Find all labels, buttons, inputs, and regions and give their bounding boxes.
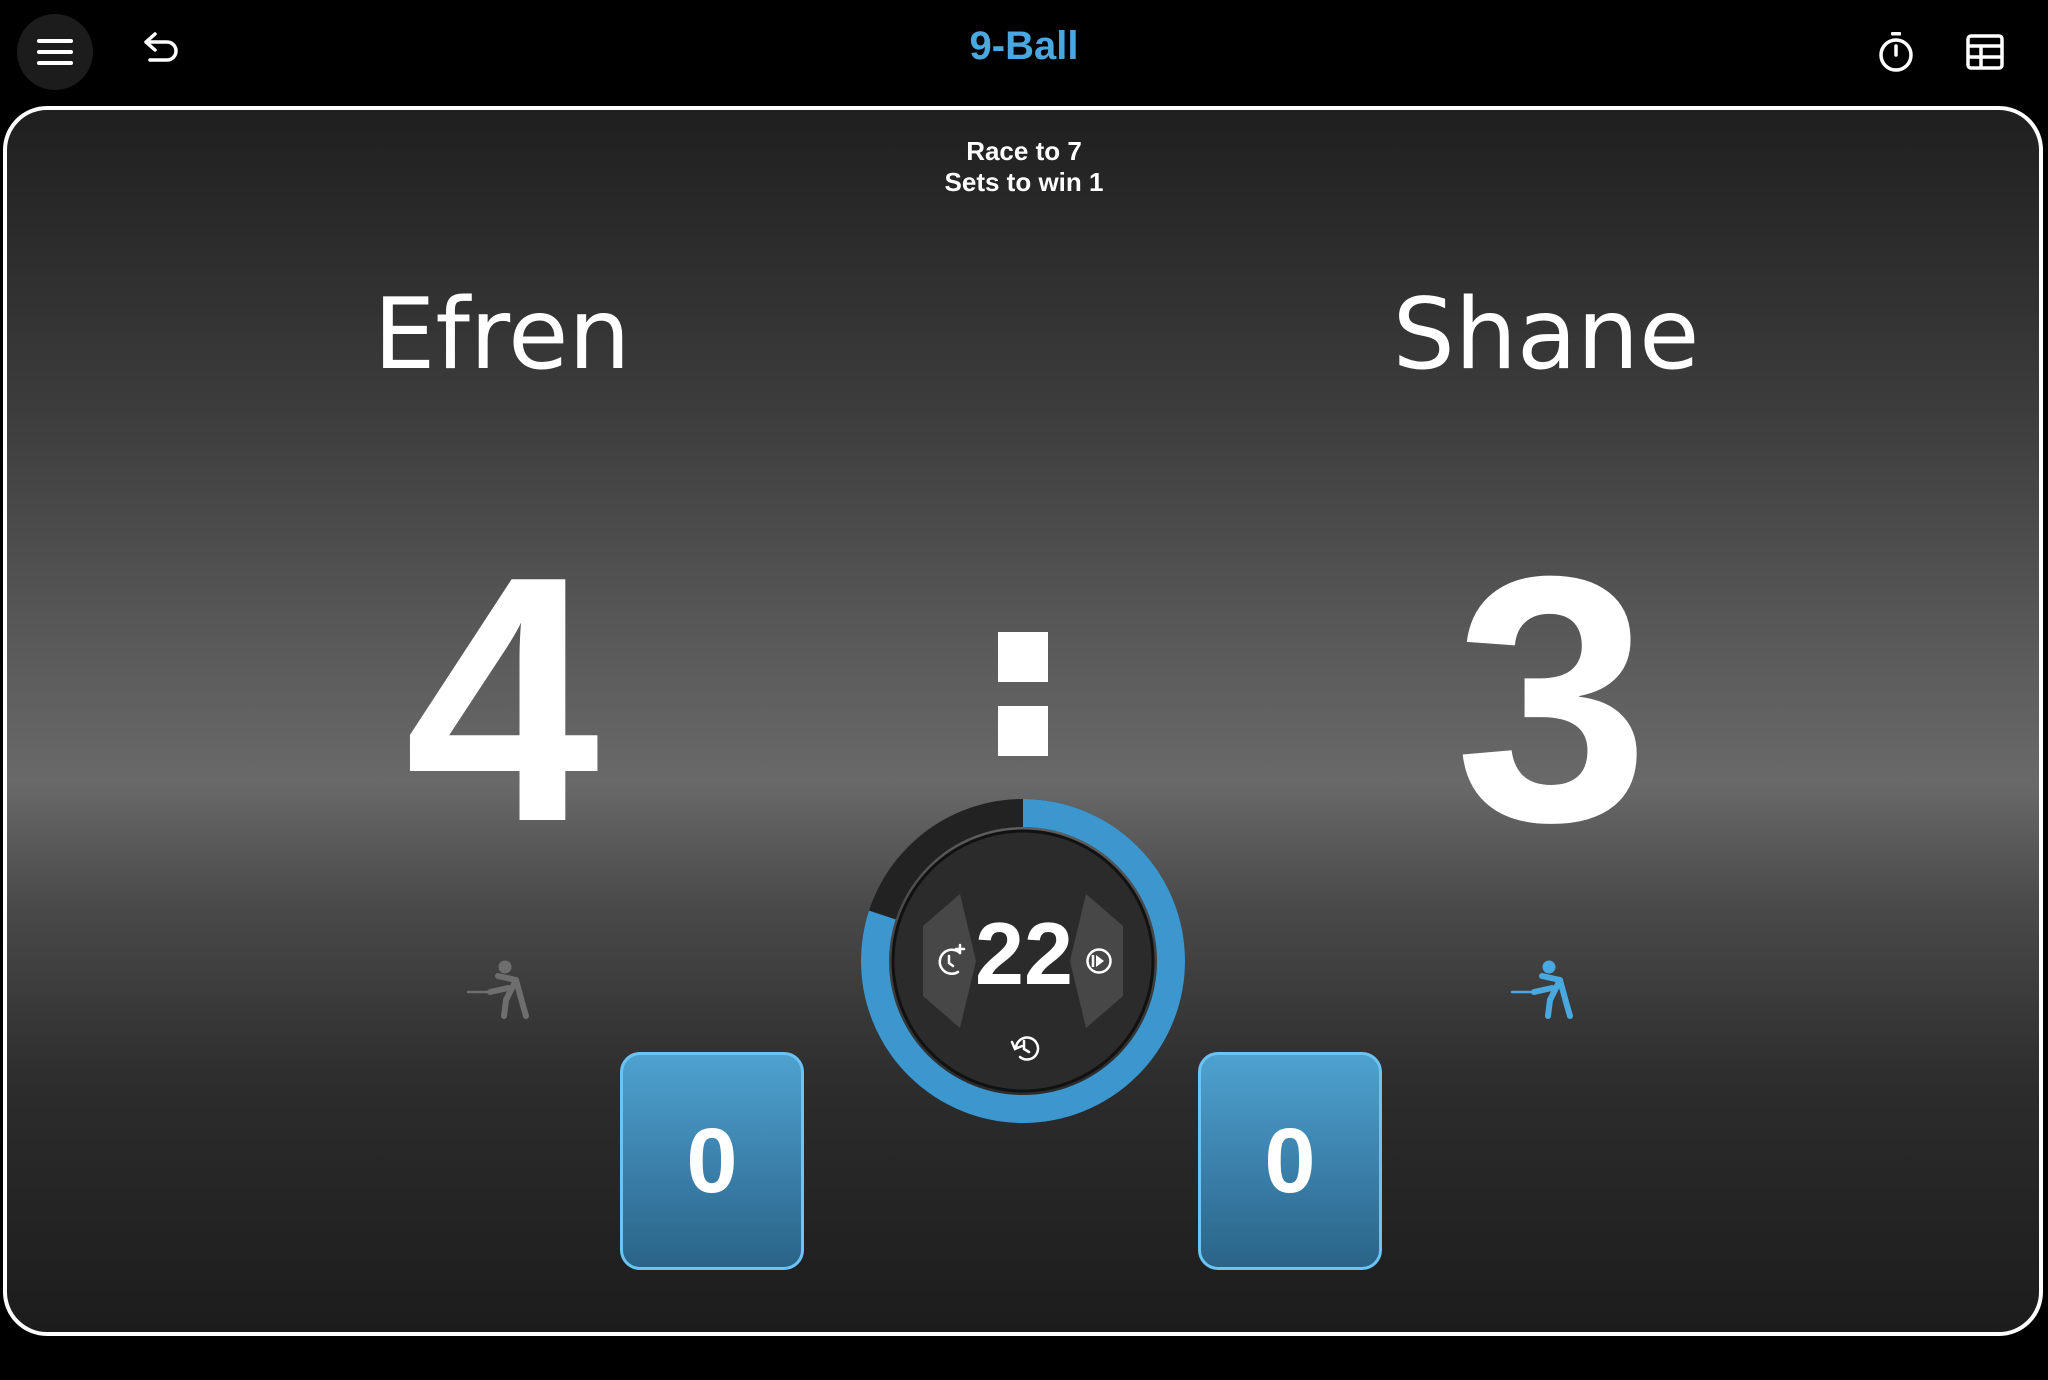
score-separator-top bbox=[998, 632, 1048, 682]
stopwatch-button[interactable] bbox=[1874, 30, 1918, 74]
player-2-extension-button[interactable]: 0 bbox=[1198, 1052, 1382, 1270]
stopwatch-icon bbox=[1879, 32, 1913, 72]
pool-player-icon bbox=[1510, 960, 1573, 1019]
match-info: Race to 7 Sets to win 1 bbox=[0, 136, 2048, 198]
top-bar: 9-Ball bbox=[0, 0, 2048, 104]
table-icon bbox=[1966, 34, 2004, 70]
player-1-shooter-indicator[interactable] bbox=[464, 954, 540, 1030]
player-1-extension-button[interactable]: 0 bbox=[620, 1052, 804, 1270]
race-to-label: Race to 7 bbox=[966, 136, 1082, 166]
player-2-score[interactable]: 3 bbox=[1352, 520, 1752, 880]
player-2-name[interactable]: Shane bbox=[1246, 280, 1846, 390]
app-title: 9-Ball bbox=[969, 24, 1079, 68]
sets-to-win-label: Sets to win 1 bbox=[944, 167, 1104, 197]
pool-player-icon bbox=[466, 960, 529, 1019]
shot-clock-value[interactable]: 22 bbox=[944, 904, 1104, 1004]
player-2-shooter-indicator[interactable] bbox=[1508, 954, 1584, 1030]
player-1-score[interactable]: 4 bbox=[302, 520, 702, 880]
player-1-name[interactable]: Efren bbox=[202, 280, 802, 390]
player-1-extension-count: 0 bbox=[686, 1109, 738, 1212]
player-2-extension-count: 0 bbox=[1264, 1109, 1316, 1212]
table-view-button[interactable] bbox=[1964, 31, 2006, 73]
score-separator-bottom bbox=[998, 706, 1048, 756]
